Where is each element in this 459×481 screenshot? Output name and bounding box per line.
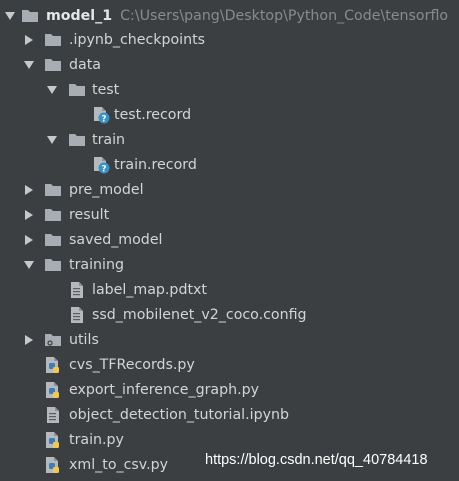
tree-item-label: ssd_mobilenet_v2_coco.config [92, 306, 307, 323]
tree-item-ipynb-checkpoints[interactable]: .ipynb_checkpoints [0, 27, 459, 52]
tree-item-label: data [69, 56, 101, 73]
tree-item-label: pre_model [69, 181, 144, 198]
chevron-right-icon[interactable] [23, 184, 35, 196]
tree-item-pre-model[interactable]: pre_model [0, 177, 459, 202]
tree-item-result[interactable]: result [0, 202, 459, 227]
python-file-icon [44, 356, 62, 374]
text-file-icon [68, 281, 86, 299]
tree-item-utils[interactable]: utils [0, 327, 459, 352]
text-file-icon [68, 306, 86, 324]
tree-item-train-record[interactable]: ? train.record [0, 152, 459, 177]
project-tree: model_1 C:\Users\pang\Desktop\Python_Code… [0, 0, 459, 481]
tree-item-label: train.py [69, 431, 124, 448]
tree-item-label: label_map.pdtxt [92, 281, 207, 298]
root-name: model_1 [46, 7, 113, 24]
folder-icon [21, 7, 39, 25]
python-file-icon [44, 456, 62, 474]
tree-item-label: training [69, 256, 124, 273]
folder-icon [44, 181, 62, 199]
folder-icon [68, 81, 86, 99]
folder-icon [44, 231, 62, 249]
text-file-icon [44, 406, 62, 424]
tree-item-test[interactable]: test [0, 77, 459, 102]
tree-item-training[interactable]: training [0, 252, 459, 277]
tree-item-label: utils [69, 331, 99, 348]
package-folder-icon [44, 331, 62, 349]
chevron-down-icon[interactable] [23, 259, 35, 271]
tree-item-data[interactable]: data [0, 52, 459, 77]
chevron-down-icon[interactable] [23, 59, 35, 71]
chevron-down-icon[interactable] [46, 84, 58, 96]
root-path: C:\Users\pang\Desktop\Python_Code\tensor… [120, 7, 449, 24]
tree-item-saved-model[interactable]: saved_model [0, 227, 459, 252]
watermark: https://blog.csdn.net/qq_40784418 [205, 452, 428, 468]
folder-icon [44, 31, 62, 49]
chevron-right-icon[interactable] [23, 209, 35, 221]
tree-item-test-record[interactable]: ? test.record [0, 102, 459, 127]
chevron-down-icon[interactable] [46, 134, 58, 146]
unknown-file-icon: ? [92, 106, 110, 124]
tree-item-label: train.record [114, 156, 197, 173]
folder-icon [44, 56, 62, 74]
tree-item-cvs-tfrecords[interactable]: cvs_TFRecords.py [0, 352, 459, 377]
tree-item-label: xml_to_csv.py [69, 456, 168, 473]
tree-item-label: cvs_TFRecords.py [69, 356, 195, 373]
tree-item-object-detection-tutorial[interactable]: object_detection_tutorial.ipynb [0, 402, 459, 427]
folder-icon [68, 131, 86, 149]
tree-item-label: export_inference_graph.py [69, 381, 260, 398]
tree-item-label: test.record [114, 106, 192, 123]
chevron-right-icon[interactable] [23, 34, 35, 46]
unknown-file-icon: ? [92, 156, 110, 174]
root-label: model_1 C:\Users\pang\Desktop\Python_Code… [46, 8, 448, 24]
python-file-icon [44, 431, 62, 449]
svg-text:?: ? [101, 164, 106, 174]
tree-item-label: .ipynb_checkpoints [69, 31, 206, 48]
tree-item-train[interactable]: train [0, 127, 459, 152]
svg-text:?: ? [101, 114, 106, 124]
tree-item-label: test [92, 81, 120, 98]
tree-item-label-map[interactable]: label_map.pdtxt [0, 277, 459, 302]
tree-item-label: train [92, 131, 126, 148]
tree-item-ssd-config[interactable]: ssd_mobilenet_v2_coco.config [0, 302, 459, 327]
tree-item-label: saved_model [69, 231, 163, 248]
chevron-down-icon[interactable] [4, 10, 16, 22]
tree-item-label: object_detection_tutorial.ipynb [69, 406, 289, 423]
python-file-icon [44, 381, 62, 399]
tree-item-label: result [69, 206, 110, 223]
chevron-right-icon[interactable] [23, 334, 35, 346]
tree-item-export-inference-graph[interactable]: export_inference_graph.py [0, 377, 459, 402]
tree-root[interactable]: model_1 C:\Users\pang\Desktop\Python_Code… [0, 3, 459, 28]
tree-item-train-py[interactable]: train.py [0, 427, 459, 452]
chevron-right-icon[interactable] [23, 234, 35, 246]
folder-icon [44, 256, 62, 274]
folder-icon [44, 206, 62, 224]
